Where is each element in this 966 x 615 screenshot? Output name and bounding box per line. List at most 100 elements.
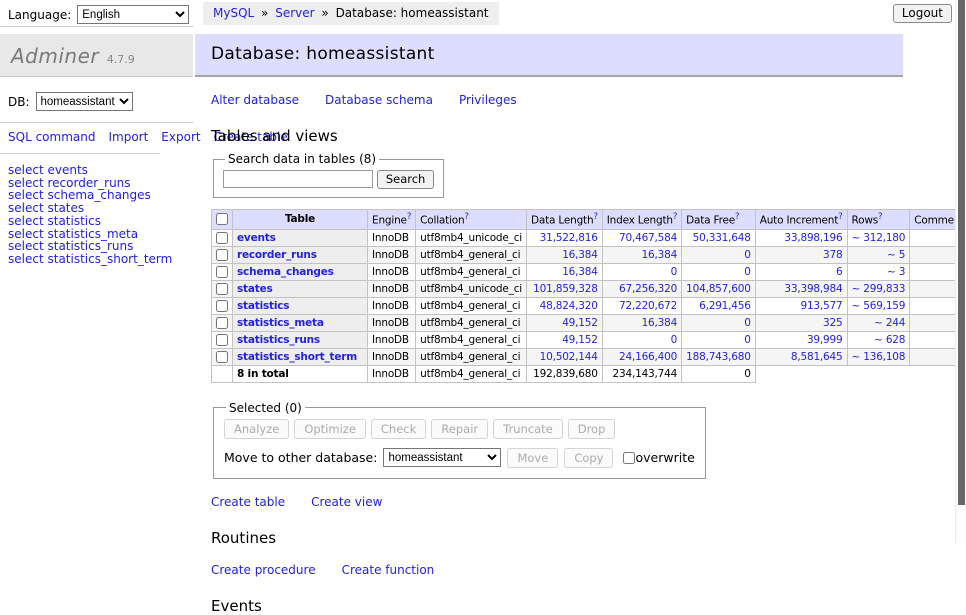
database-action-link[interactable]: Privileges: [459, 93, 517, 107]
data-free-link[interactable]: 104,857,600: [686, 283, 751, 295]
column-help-link[interactable]: ?: [838, 212, 842, 222]
selected-action-button[interactable]: Repair: [431, 419, 488, 439]
table-name-link[interactable]: schema_changes: [237, 266, 334, 278]
data-free-link[interactable]: 188,743,680: [686, 351, 751, 363]
auto-increment-link[interactable]: 325: [823, 317, 842, 329]
data-free-link[interactable]: 50,331,648: [693, 232, 751, 244]
table-name-link[interactable]: statistics_short_term: [237, 351, 357, 363]
selected-action-button[interactable]: Check: [371, 419, 426, 439]
rows-link[interactable]: ~ 312,180: [852, 232, 906, 244]
row-checkbox[interactable]: [216, 232, 228, 244]
row-checkbox[interactable]: [216, 300, 228, 312]
column-help-link[interactable]: ?: [735, 212, 739, 222]
auto-increment-cell: 325: [755, 314, 847, 331]
rows-cell: ~ 136,108: [847, 348, 910, 365]
auto-increment-link[interactable]: 8,581,645: [791, 351, 843, 363]
data-length-link[interactable]: 31,522,816: [540, 232, 598, 244]
db-select[interactable]: homeassistant: [36, 92, 133, 111]
table-row: states InnoDB utf8mb4_unicode_ci 101,859…: [212, 280, 966, 297]
create-link[interactable]: Create view: [311, 495, 382, 509]
column-help-link[interactable]: ?: [673, 212, 677, 222]
table-name-link[interactable]: states: [237, 283, 273, 295]
data-length-link[interactable]: 10,502,144: [540, 351, 598, 363]
data-length-link[interactable]: 16,384: [562, 249, 598, 261]
column-help-link[interactable]: ?: [593, 212, 597, 222]
table-name-link[interactable]: statistics_runs: [237, 334, 320, 346]
select-link[interactable]: select: [8, 252, 44, 266]
database-action-link[interactable]: Database schema: [325, 93, 433, 107]
table-name-link[interactable]: events: [237, 232, 276, 244]
database-action-link[interactable]: Alter database: [211, 93, 299, 107]
selected-action-button[interactable]: Truncate: [493, 419, 563, 439]
rows-link[interactable]: ~ 628: [874, 334, 905, 346]
move-db-select[interactable]: homeassistant: [383, 448, 501, 467]
rows-link[interactable]: ~ 3: [887, 266, 905, 278]
rows-link[interactable]: ~ 244: [874, 317, 905, 329]
copy-button[interactable]: Copy: [564, 448, 613, 468]
selected-action-button[interactable]: Drop: [568, 419, 616, 439]
table-name-link[interactable]: statistics: [237, 300, 289, 312]
row-checkbox[interactable]: [216, 266, 228, 278]
auto-increment-link[interactable]: 6: [836, 266, 842, 278]
table-row: statistics_short_term InnoDB utf8mb4_gen…: [212, 348, 966, 365]
table-name-cell: statistics_runs: [233, 331, 368, 348]
auto-increment-cell: 33,398,984: [755, 280, 847, 297]
index-length-link[interactable]: 16,384: [642, 317, 678, 329]
routine-create-link[interactable]: Create function: [342, 563, 435, 577]
table-link[interactable]: statistics_short_term: [47, 252, 172, 266]
column-help-link[interactable]: ?: [878, 212, 882, 222]
move-button[interactable]: Move: [507, 448, 558, 468]
selected-action-button[interactable]: Analyze: [224, 419, 289, 439]
index-length-link[interactable]: 24,166,400: [619, 351, 677, 363]
column-help-link[interactable]: ?: [464, 212, 468, 222]
search-button[interactable]: Search: [377, 170, 435, 189]
language-form: Language: English: [8, 5, 189, 24]
search-input[interactable]: [223, 170, 373, 188]
column-help-link[interactable]: ?: [407, 212, 411, 222]
data-length-link[interactable]: 49,152: [562, 334, 598, 346]
rows-link[interactable]: ~ 569,159: [852, 300, 906, 312]
table-name-link[interactable]: recorder_runs: [237, 249, 317, 261]
overwrite-checkbox[interactable]: [623, 452, 635, 464]
breadcrumb-mysql-link[interactable]: MySQL: [213, 6, 254, 20]
data-free-link[interactable]: 0: [744, 266, 750, 278]
index-length-link[interactable]: 67,256,320: [619, 283, 677, 295]
select-all-cell[interactable]: [212, 210, 233, 230]
row-checkbox[interactable]: [216, 351, 228, 363]
breadcrumb-server-link[interactable]: Server: [275, 6, 314, 20]
table-name-link[interactable]: statistics_meta: [237, 317, 324, 329]
rows-link[interactable]: ~ 299,833: [852, 283, 906, 295]
data-free-link[interactable]: 0: [744, 334, 750, 346]
index-length-link[interactable]: 0: [671, 266, 677, 278]
sidebar-command-link[interactable]: SQL command: [8, 130, 95, 144]
row-checkbox[interactable]: [216, 283, 228, 295]
row-checkbox[interactable]: [216, 334, 228, 346]
data-length-link[interactable]: 16,384: [562, 266, 598, 278]
data-length-link[interactable]: 101,859,328: [533, 283, 598, 295]
index-length-link[interactable]: 72,220,672: [619, 300, 677, 312]
selected-action-button[interactable]: Optimize: [294, 419, 366, 439]
row-checkbox[interactable]: [216, 249, 228, 261]
language-select[interactable]: English: [77, 5, 189, 24]
select-all-checkbox[interactable]: [216, 213, 228, 225]
row-checkbox[interactable]: [216, 317, 228, 329]
data-free-link[interactable]: 0: [744, 317, 750, 329]
rows-link[interactable]: ~ 136,108: [852, 351, 906, 363]
index-length-link[interactable]: 16,384: [642, 249, 678, 261]
index-length-link[interactable]: 70,467,584: [619, 232, 677, 244]
data-length-link[interactable]: 49,152: [562, 317, 598, 329]
auto-increment-link[interactable]: 33,398,984: [784, 283, 842, 295]
auto-increment-link[interactable]: 913,577: [800, 300, 842, 312]
scrollbar-thumb[interactable]: [958, 0, 965, 505]
auto-increment-link[interactable]: 378: [823, 249, 842, 261]
create-link[interactable]: Create table: [211, 495, 285, 509]
data-length-link[interactable]: 48,824,320: [540, 300, 598, 312]
sidebar-command-link[interactable]: Import: [108, 130, 148, 144]
data-free-link[interactable]: 6,291,456: [699, 300, 751, 312]
auto-increment-link[interactable]: 33,898,196: [784, 232, 842, 244]
index-length-link[interactable]: 0: [671, 334, 677, 346]
routine-create-link[interactable]: Create procedure: [211, 563, 316, 577]
data-free-link[interactable]: 0: [744, 249, 750, 261]
rows-link[interactable]: ~ 5: [887, 249, 905, 261]
auto-increment-link[interactable]: 39,999: [807, 334, 843, 346]
